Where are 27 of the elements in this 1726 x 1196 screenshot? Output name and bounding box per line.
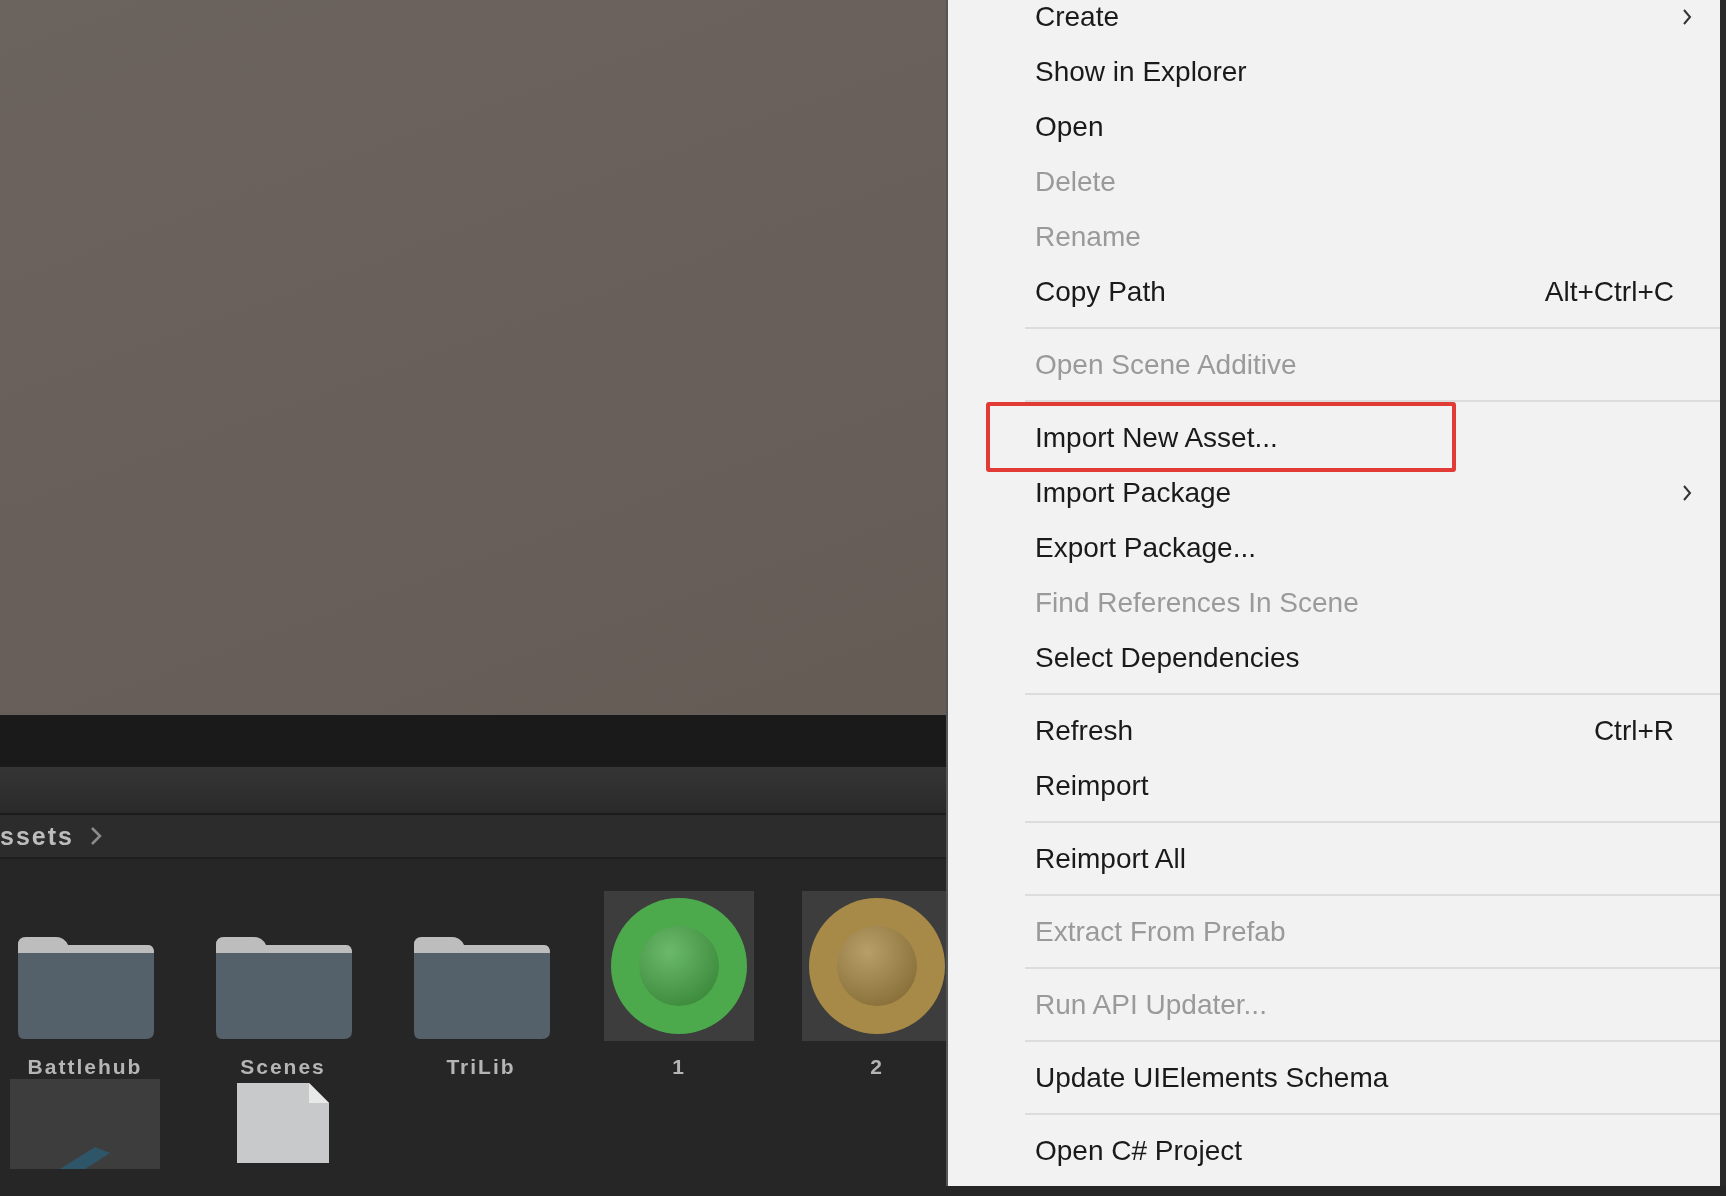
menu-item[interactable]: Refresh Ctrl+R [948,703,1720,758]
sphere-icon [807,896,947,1036]
menu-item[interactable]: Export Package... [948,520,1720,575]
asset-name: 1 [672,1055,686,1079]
menu-item[interactable]: Import New Asset... [948,410,1720,465]
prefab-thumbnail[interactable] [10,1079,160,1169]
model-icon [60,1147,110,1169]
menu-item[interactable]: Open [948,99,1720,154]
menu-item[interactable]: Create [948,0,1720,44]
shortcut-text: Ctrl+R [1593,714,1674,747]
shortcut-text: Alt+Ctrl+C [1544,275,1674,308]
menu-item[interactable]: Show in Explorer [948,44,1720,99]
asset-name: 2 [870,1055,884,1079]
menu-item[interactable]: Reimport All [948,831,1720,886]
asset-name: Scenes [240,1055,326,1079]
menu-item[interactable]: Reimport [948,758,1720,813]
material-thumbnail[interactable] [604,891,754,1041]
asset-name: TriLib [446,1055,516,1079]
menu-item[interactable]: Open C# Project [948,1123,1720,1178]
asset-name: Battlehub [27,1055,143,1079]
breadcrumb-link[interactable]: ssets [0,821,74,851]
menu-item[interactable]: Update UIElements Schema [948,1050,1720,1105]
chevron-icon [89,826,102,846]
menu-item[interactable]: Import Package [948,465,1720,520]
menu-item[interactable]: Select Dependencies [948,630,1720,685]
menu-item[interactable]: Copy Path Alt+Ctrl+C [948,264,1720,319]
sphere-icon [609,896,749,1036]
